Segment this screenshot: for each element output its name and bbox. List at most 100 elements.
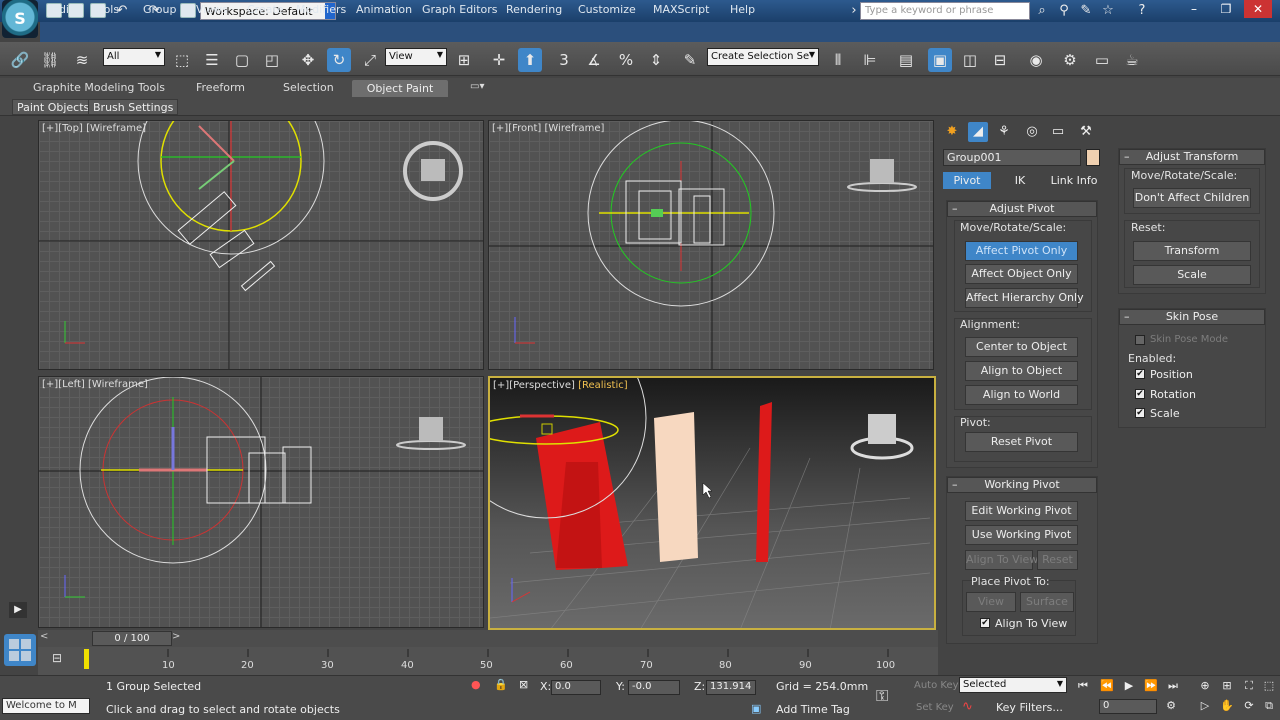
reset-working-pivot-button[interactable]: Reset [1037, 550, 1078, 570]
skin-pose-header[interactable]: – Skin Pose [1119, 309, 1265, 325]
pivot-center-icon[interactable]: ⊞ [452, 48, 476, 72]
tab-selection[interactable]: Selection [283, 81, 334, 94]
window-crossing-icon[interactable]: ◰ [260, 48, 284, 72]
select-manipulate-icon[interactable]: ✛ [487, 48, 511, 72]
next-frame-icon[interactable]: ⏩ [1142, 679, 1160, 693]
viewport-top-label[interactable]: [+][Top] [Wireframe] [42, 123, 146, 134]
bind-space-warp-icon[interactable]: ≋ [70, 48, 94, 72]
place-surface-button[interactable]: Surface [1020, 592, 1074, 612]
subscription-icon[interactable]: ⚲ [1056, 3, 1072, 19]
goto-start-icon[interactable]: ⏮ [1074, 679, 1092, 693]
reference-coordinate-dropdown[interactable]: View ▼ [385, 48, 447, 66]
menu-animation[interactable]: Animation [356, 3, 412, 16]
zoom-extents-all-icon[interactable]: ⬚ [1260, 679, 1278, 693]
modify-tab-icon[interactable]: ◢ [968, 122, 988, 142]
angle-snap-icon[interactable]: ∡ [582, 48, 606, 72]
object-color-swatch[interactable] [1086, 149, 1100, 166]
viewport-front-label[interactable]: [+][Front] [Wireframe] [492, 123, 604, 134]
adjust-transform-header[interactable]: – Adjust Transform [1119, 149, 1265, 165]
layer-manager-icon[interactable]: ▤ [894, 48, 918, 72]
play-icon[interactable]: ▶ [1120, 679, 1138, 693]
selection-lock-icon[interactable]: 🔒 [494, 678, 508, 691]
maxscript-listener[interactable]: Welcome to M [2, 698, 90, 714]
orbit-icon[interactable]: ⟳ [1240, 699, 1258, 713]
set-key-button[interactable]: Set Key [916, 702, 954, 713]
position-checkbox[interactable]: ✔ [1135, 369, 1145, 379]
viewport-top[interactable]: [+][Top] [Wireframe] [38, 120, 484, 370]
edit-working-pivot-button[interactable]: Edit Working Pivot [965, 501, 1078, 521]
select-and-rotate-icon[interactable]: ↻ [327, 48, 351, 72]
select-by-name-icon[interactable]: ☰ [200, 48, 224, 72]
menu-graph-editors[interactable]: Graph Editors [422, 3, 498, 16]
rendered-frame-window-icon[interactable]: ▭ [1090, 48, 1114, 72]
app-logo-icon[interactable]: S [2, 0, 38, 38]
menu-customize[interactable]: Customize [578, 3, 636, 16]
add-time-tag-button[interactable]: Add Time Tag [776, 703, 850, 716]
key-filters-button[interactable]: Key Filters... [996, 701, 1063, 714]
create-tab-icon[interactable]: ✸ [942, 122, 962, 142]
maximize-viewport-icon[interactable]: ⧉ [1260, 699, 1278, 713]
render-production-icon[interactable]: ☕ [1120, 48, 1144, 72]
time-slider-next-icon[interactable]: > [172, 631, 180, 642]
menu-rendering[interactable]: Rendering [506, 3, 562, 16]
tab-link-info[interactable]: Link Info [1049, 172, 1099, 189]
unlink-selection-icon[interactable]: ⛓ [38, 48, 62, 72]
menu-help[interactable]: Help [730, 3, 755, 16]
menu-edit[interactable]: Edit [52, 3, 73, 16]
isolate-icon[interactable]: ● [471, 678, 481, 691]
menu-tools[interactable]: Tools [92, 3, 119, 16]
tab-graphite-modeling-tools[interactable]: Graphite Modeling Tools [33, 81, 165, 94]
working-pivot-header[interactable]: – Working Pivot [947, 477, 1097, 493]
select-and-move-icon[interactable]: ✥ [296, 48, 320, 72]
edit-named-selections-icon[interactable]: ✎ [678, 48, 702, 72]
project-folder-icon[interactable] [180, 3, 196, 18]
select-and-link-icon[interactable]: 🔗 [8, 48, 32, 72]
y-coordinate-input[interactable]: -0.0 [628, 680, 680, 695]
align-to-object-button[interactable]: Align to Object [965, 361, 1078, 381]
search-input[interactable]: Type a keyword or phrase [860, 2, 1030, 20]
hierarchy-tab-icon[interactable]: ⚘ [994, 122, 1014, 142]
menu-views[interactable]: Views [196, 3, 228, 16]
affect-object-only-button[interactable]: Affect Object Only [965, 264, 1078, 284]
viewport-left-label[interactable]: [+][Left] [Wireframe] [42, 379, 148, 390]
viewport-perspective-label[interactable]: [+][Perspective] [Realistic] [493, 380, 628, 391]
restore-icon[interactable]: ❐ [1212, 0, 1240, 18]
align-to-view-checkbox[interactable]: ✔ [980, 618, 990, 628]
zoom-all-icon[interactable]: ⊞ [1218, 679, 1236, 693]
reset-scale-button[interactable]: Scale [1133, 265, 1251, 285]
rect-selection-region-icon[interactable]: ▢ [230, 48, 254, 72]
align-to-world-button[interactable]: Align to World [965, 385, 1078, 405]
align-to-view-button[interactable]: Align To View [965, 550, 1038, 570]
close-icon[interactable]: ✕ [1244, 0, 1272, 18]
graphite-ribbon-icon[interactable]: ▣ [928, 48, 952, 72]
key-mode-dropdown[interactable]: Selected ▼ [959, 677, 1067, 693]
center-to-object-button[interactable]: Center to Object [965, 337, 1078, 357]
minimize-icon[interactable]: – [1180, 0, 1208, 18]
goto-end-icon[interactable]: ⏭ [1164, 679, 1182, 693]
snaps-toggle-icon[interactable]: 3 [552, 48, 576, 72]
render-setup-icon[interactable]: ⚙ [1058, 48, 1082, 72]
spinner-snap-icon[interactable]: ⇕ [644, 48, 668, 72]
time-tag-icon[interactable]: ▣ [751, 702, 761, 715]
select-object-icon[interactable]: ⬚ [170, 48, 194, 72]
use-working-pivot-button[interactable]: Use Working Pivot [965, 525, 1078, 545]
object-name-field[interactable]: Group001 [943, 149, 1081, 166]
mirror-icon[interactable]: ⫴ [826, 48, 850, 72]
key-curve-icon[interactable]: ∿ [962, 699, 973, 714]
select-and-scale-icon[interactable]: ⤢ [358, 48, 382, 72]
keyboard-shortcut-override-icon[interactable]: ⬆ [518, 48, 542, 72]
x-coordinate-input[interactable]: 0.0 [551, 680, 601, 695]
tab-pivot[interactable]: Pivot [943, 172, 991, 189]
absolute-mode-icon[interactable]: ⊠ [519, 678, 528, 691]
time-slider-prev-icon[interactable]: < [40, 631, 48, 642]
binoculars-icon[interactable]: ⌕ [1034, 3, 1050, 19]
paint-objects-tab[interactable]: Paint Objects [12, 99, 95, 115]
brush-settings-tab[interactable]: Brush Settings [88, 99, 179, 115]
field-of-view-icon[interactable]: ▷ [1196, 699, 1214, 713]
scale-checkbox[interactable]: ✔ [1135, 408, 1145, 418]
selection-filter-dropdown[interactable]: All ▼ [103, 48, 165, 66]
place-view-button[interactable]: View [966, 592, 1016, 612]
skin-pose-mode-checkbox[interactable] [1135, 335, 1145, 345]
motion-tab-icon[interactable]: ◎ [1022, 122, 1042, 142]
schematic-view-icon[interactable]: ⊟ [988, 48, 1012, 72]
